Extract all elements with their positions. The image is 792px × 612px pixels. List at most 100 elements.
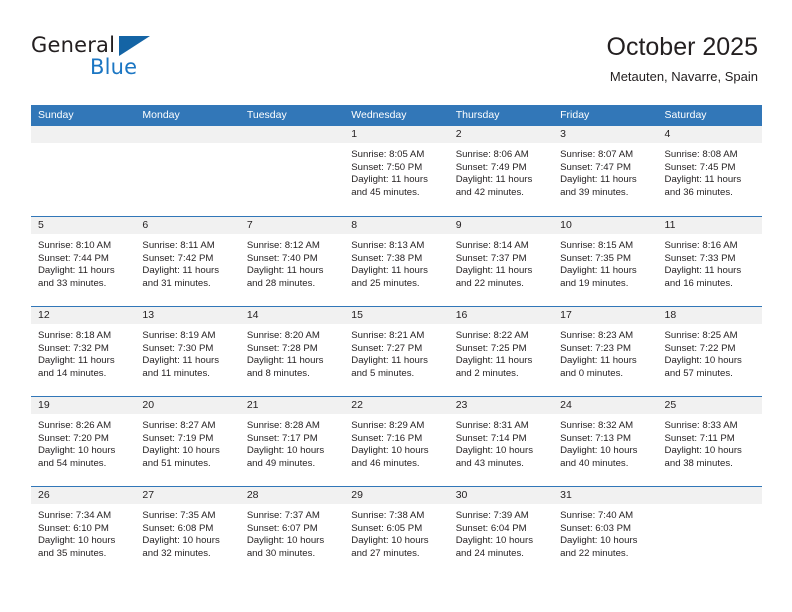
calendar-day-cell[interactable]: 15 Sunrise: 8:21 AM Sunset: 7:27 PM Dayligh…: [344, 307, 449, 396]
calendar-day-cell[interactable]: 9 Sunrise: 8:14 AM Sunset: 7:37 PM Daylight…: [448, 217, 554, 306]
calendar-day-cell[interactable]: 16 Sunrise: 8:22 AM Sunset: 7:25 PM Dayligh…: [448, 307, 554, 396]
daylight-text-line1: Daylight: 11 hours: [351, 355, 428, 367]
sunrise-text: Sunrise: 8:23 AM: [560, 330, 634, 341]
calendar-day-cell[interactable]: 28 Sunrise: 7:37 AM Sunset: 6:07 PM Dayligh…: [239, 487, 345, 576]
triangle-logo-icon: [119, 36, 150, 56]
calendar-week-row: 19 Sunrise: 8:26 AM Sunset: 7:20 PM Dayligh…: [31, 396, 762, 486]
calendar-day-cell[interactable]: 7 Sunrise: 8:12 AM Sunset: 7:40 PM Daylight…: [239, 217, 345, 306]
calendar-day-cell[interactable]: 3 Sunrise: 8:07 AM Sunset: 7:47 PM Daylight…: [553, 126, 658, 216]
day-number: 3: [560, 128, 566, 140]
daylight-text-line2: and 28 minutes.: [246, 277, 316, 289]
day-number-banner: 4: [657, 126, 762, 144]
title-block: October 2025 Metauten, Navarre, Spain: [607, 32, 759, 85]
calendar-day-cell[interactable]: 29 Sunrise: 7:38 AM Sunset: 6:05 PM Dayligh…: [344, 487, 449, 576]
day-details: Sunrise: 8:05 AM Sunset: 7:50 PM Daylight:…: [344, 144, 448, 199]
day-number: 13: [142, 309, 155, 321]
calendar-day-cell-empty: [135, 126, 240, 216]
day-number-banner: 24: [553, 397, 658, 415]
calendar-day-cell[interactable]: 18 Sunrise: 8:25 AM Sunset: 7:22 PM Dayligh…: [657, 307, 762, 396]
day-details: Sunrise: 8:28 AM Sunset: 7:17 PM Daylight:…: [240, 415, 344, 470]
calendar-day-cell[interactable]: 4 Sunrise: 8:08 AM Sunset: 7:45 PM Daylight…: [657, 126, 762, 216]
sunrise-text: Sunrise: 7:34 AM: [38, 510, 112, 521]
day-number: 20: [142, 399, 155, 411]
day-number: 28: [246, 489, 259, 501]
day-number: 23: [455, 399, 468, 411]
day-details: Sunrise: 8:11 AM Sunset: 7:42 PM Daylight:…: [135, 235, 239, 290]
day-number: 18: [664, 309, 677, 321]
calendar-day-cell[interactable]: 2 Sunrise: 8:06 AM Sunset: 7:49 PM Daylight…: [448, 126, 554, 216]
sunset-text: Sunset: 7:13 PM: [560, 432, 632, 444]
calendar-day-cell[interactable]: 14 Sunrise: 8:20 AM Sunset: 7:28 PM Dayligh…: [239, 307, 345, 396]
sunset-text: Sunset: 7:49 PM: [455, 161, 527, 173]
brand-name-secondary: Blue: [90, 55, 138, 79]
day-details: Sunrise: 8:29 AM Sunset: 7:16 PM Daylight:…: [344, 415, 448, 470]
sunset-text: Sunset: 7:38 PM: [351, 252, 423, 264]
brand-logo[interactable]: General Blue: [31, 33, 261, 87]
sunrise-text: Sunrise: 8:16 AM: [664, 240, 738, 251]
calendar-day-cell[interactable]: 30 Sunrise: 7:39 AM Sunset: 6:04 PM Dayligh…: [448, 487, 554, 576]
day-number-banner: 6: [135, 217, 240, 235]
daylight-text-line2: and 38 minutes.: [664, 457, 733, 469]
day-number: 14: [246, 309, 259, 321]
day-details: Sunrise: 8:25 AM Sunset: 7:22 PM Daylight:…: [658, 325, 762, 380]
day-number: 5: [38, 219, 44, 231]
daylight-text-line2: and 30 minutes.: [246, 547, 316, 559]
calendar-day-cell[interactable]: 31 Sunrise: 7:40 AM Sunset: 6:03 PM Dayligh…: [553, 487, 658, 576]
calendar-day-cell[interactable]: 17 Sunrise: 8:23 AM Sunset: 7:23 PM Dayligh…: [553, 307, 658, 396]
calendar-day-cell[interactable]: 20 Sunrise: 8:27 AM Sunset: 7:19 PM Dayligh…: [135, 397, 240, 486]
calendar-day-cell[interactable]: 11 Sunrise: 8:16 AM Sunset: 7:33 PM Dayligh…: [657, 217, 762, 306]
calendar-day-cell[interactable]: 1 Sunrise: 8:05 AM Sunset: 7:50 PM Daylight…: [344, 126, 449, 216]
daylight-text-line1: Daylight: 11 hours: [455, 174, 533, 186]
calendar-day-cell[interactable]: 27 Sunrise: 7:35 AM Sunset: 6:08 PM Dayligh…: [135, 487, 240, 576]
day-details: Sunrise: 8:14 AM Sunset: 7:37 PM Daylight:…: [449, 235, 553, 290]
day-details: Sunrise: 8:23 AM Sunset: 7:23 PM Daylight:…: [553, 325, 657, 380]
calendar-day-cell[interactable]: 8 Sunrise: 8:13 AM Sunset: 7:38 PM Daylight…: [344, 217, 449, 306]
daylight-text-line2: and 54 minutes.: [38, 457, 107, 469]
day-number: 4: [664, 128, 671, 140]
calendar-day-cell[interactable]: 13 Sunrise: 8:19 AM Sunset: 7:30 PM Dayligh…: [135, 307, 240, 396]
day-details: Sunrise: 8:26 AM Sunset: 7:20 PM Daylight:…: [31, 415, 135, 470]
calendar-day-cell[interactable]: 24 Sunrise: 8:32 AM Sunset: 7:13 PM Dayligh…: [553, 397, 658, 486]
weekday-header-thursday: Thursday: [455, 109, 500, 121]
sunset-text: Sunset: 7:27 PM: [351, 342, 423, 354]
calendar-day-cell[interactable]: 22 Sunrise: 8:29 AM Sunset: 7:16 PM Dayligh…: [344, 397, 449, 486]
sunrise-text: Sunrise: 8:18 AM: [38, 330, 112, 341]
daylight-text-line2: and 51 minutes.: [142, 457, 211, 469]
day-number-banner: 28: [239, 487, 345, 505]
calendar-day-cell[interactable]: 26 Sunrise: 7:34 AM Sunset: 6:10 PM Dayligh…: [31, 487, 136, 576]
day-details: Sunrise: 8:12 AM Sunset: 7:40 PM Daylight:…: [240, 235, 344, 290]
daylight-text-line2: and 5 minutes.: [351, 367, 415, 379]
calendar-grid: Sunday Monday Tuesday Wednesday Thursday Frid…: [31, 105, 762, 576]
day-number-banner: 25: [657, 397, 762, 415]
page-title: October 2025: [606, 33, 759, 61]
sunrise-text: Sunrise: 8:26 AM: [38, 420, 112, 431]
calendar-day-cell[interactable]: 23 Sunrise: 8:31 AM Sunset: 7:14 PM Dayligh…: [448, 397, 554, 486]
calendar-day-cell[interactable]: 5 Sunrise: 8:10 AM Sunset: 7:44 PM Daylight…: [31, 217, 136, 306]
daylight-text-line1: Daylight: 11 hours: [560, 265, 637, 277]
daylight-text-line1: Daylight: 11 hours: [560, 355, 637, 367]
day-number: 21: [246, 399, 259, 411]
sunset-text: Sunset: 7:19 PM: [142, 432, 214, 444]
calendar-day-cell[interactable]: 21 Sunrise: 8:28 AM Sunset: 7:17 PM Dayligh…: [239, 397, 345, 486]
calendar-day-cell[interactable]: 19 Sunrise: 8:26 AM Sunset: 7:20 PM Dayligh…: [31, 397, 136, 486]
daylight-text-line2: and 27 minutes.: [351, 547, 420, 559]
calendar-day-cell[interactable]: 10 Sunrise: 8:15 AM Sunset: 7:35 PM Dayligh…: [553, 217, 658, 306]
daylight-text-line2: and 0 minutes.: [560, 367, 624, 379]
sunrise-text: Sunrise: 8:32 AM: [560, 420, 634, 431]
daylight-text-line2: and 11 minutes.: [142, 367, 210, 379]
calendar-day-cell[interactable]: 25 Sunrise: 8:33 AM Sunset: 7:11 PM Dayligh…: [657, 397, 762, 486]
day-number-banner: 16: [448, 307, 554, 325]
sunset-text: Sunset: 7:35 PM: [560, 252, 632, 264]
day-details: Sunrise: 8:16 AM Sunset: 7:33 PM Daylight:…: [658, 235, 762, 290]
day-number: 1: [351, 128, 358, 140]
daylight-text-line2: and 19 minutes.: [560, 277, 629, 289]
day-details: Sunrise: 8:08 AM Sunset: 7:45 PM Daylight:…: [658, 144, 762, 199]
calendar-day-cell[interactable]: 6 Sunrise: 8:11 AM Sunset: 7:42 PM Daylight…: [135, 217, 240, 306]
daylight-text-line1: Daylight: 10 hours: [38, 445, 116, 457]
day-number-banner: 3: [553, 126, 658, 144]
day-details: Sunrise: 8:13 AM Sunset: 7:38 PM Daylight:…: [344, 235, 448, 290]
day-number: 10: [560, 219, 572, 231]
calendar-day-cell[interactable]: 12 Sunrise: 8:18 AM Sunset: 7:32 PM Dayligh…: [31, 307, 136, 396]
sunrise-text: Sunrise: 8:13 AM: [351, 240, 425, 251]
sunrise-text: Sunrise: 8:11 AM: [142, 240, 215, 251]
